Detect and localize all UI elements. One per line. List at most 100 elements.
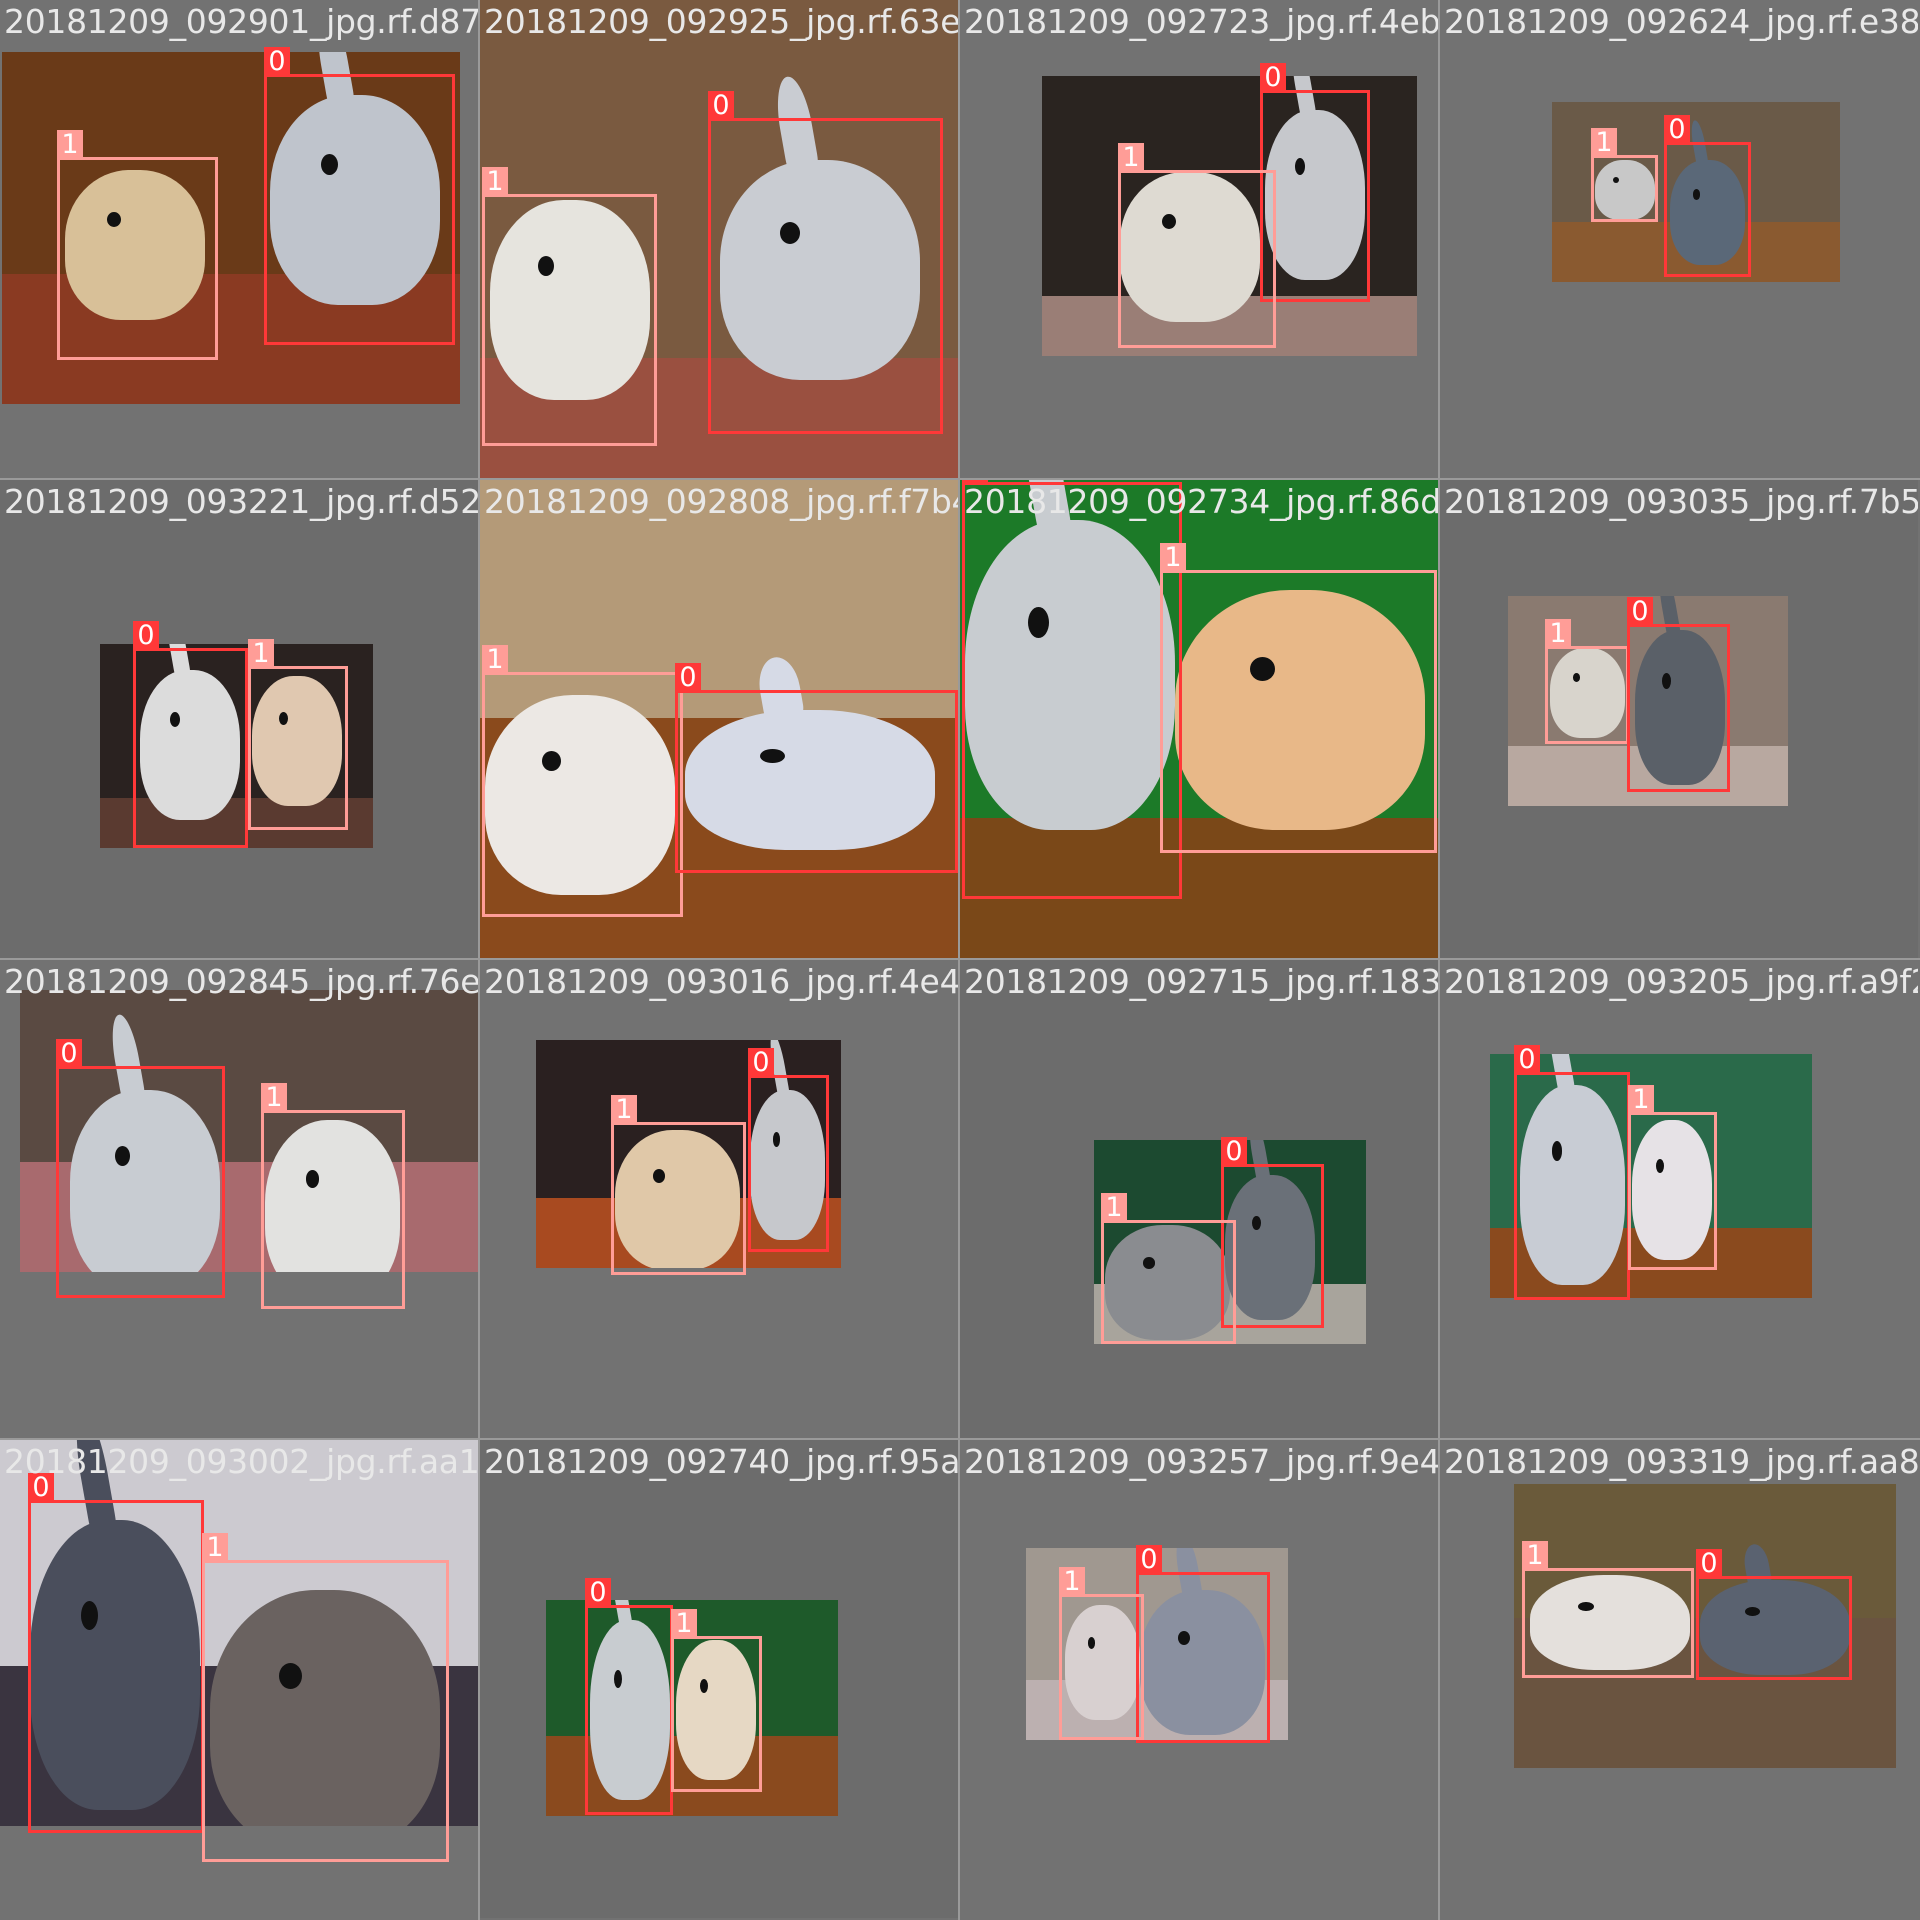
detection-box: 1	[248, 639, 348, 830]
detection-box: 1	[482, 167, 657, 446]
detection-box: 1	[1118, 143, 1276, 348]
detection-box: 0	[28, 1473, 204, 1833]
image-filename: 20181209_092845_jpg.rf.76e0a4d9b1c7a8e3f…	[4, 962, 478, 1001]
mosaic-tile: 0 1 20181209_092740_jpg.rf.95a2b8c4d6e9f1a…	[480, 1440, 958, 1918]
detection-box: 1	[1059, 1567, 1144, 1740]
class-label-tag: 0	[708, 91, 734, 121]
class-label-tag: 0	[1136, 1545, 1162, 1575]
class-label-tag: 1	[1545, 619, 1571, 649]
image-filename: 20181209_092740_jpg.rf.95a2b8c4d6e9f1a3b…	[484, 1442, 958, 1481]
class-label-tag: 1	[1628, 1085, 1654, 1115]
detection-box: 0	[133, 621, 248, 848]
image-filename: 20181209_093002_jpg.rf.aa1b3c6d9e2f5a8b1…	[4, 1442, 478, 1481]
detection-box: 1	[1101, 1193, 1236, 1344]
detection-box: 1	[202, 1533, 449, 1862]
class-label-tag: 1	[1160, 543, 1186, 573]
class-label-tag: 0	[1696, 1549, 1722, 1579]
mosaic-tile: 0 1 20181209_092715_jpg.rf.18304a7b5e9c2d1…	[960, 960, 1438, 1438]
class-label-tag: 0	[133, 621, 159, 651]
detection-box: 1	[671, 1609, 762, 1792]
class-label-tag: 1	[1101, 1193, 1127, 1223]
detection-box: 0	[1260, 63, 1370, 302]
detection-box: 0	[1514, 1045, 1630, 1300]
grid-separator	[478, 0, 480, 1920]
detection-box: 0	[675, 663, 958, 873]
grid-separator	[958, 0, 960, 1920]
grid-separator	[0, 958, 1920, 960]
mosaic-tile: 0 1 20181209_093221_jpg.rf.d52fa6cd8ca4e2b…	[0, 480, 478, 958]
image-filename: 20181209_092808_jpg.rf.f7b4a85e7d7c7c57b…	[484, 482, 958, 521]
image-filename: 20181209_093016_jpg.rf.4e4c3a8fb8c2e1f3a…	[484, 962, 958, 1001]
class-label-tag: 0	[1221, 1137, 1247, 1167]
class-label-tag: 1	[671, 1609, 697, 1639]
image-filename: 20181209_092925_jpg.rf.63e1af3a57a56b2d0…	[484, 2, 958, 41]
class-label-tag: 1	[57, 130, 83, 160]
mosaic-tile: 0 1 20181209_093016_jpg.rf.4e4c3a8fb8c2e1f…	[480, 960, 958, 1438]
image-filename: 20181209_093221_jpg.rf.d52fa6cd8ca4e2b53…	[4, 482, 478, 521]
class-label-tag: 0	[675, 663, 701, 693]
detection-box: 1	[57, 130, 218, 360]
detection-box: 1	[261, 1083, 405, 1309]
class-label-tag: 0	[1664, 115, 1690, 145]
mosaic-tile: 01 20181209_093002_jpg.rf.aa1b3c6d9e2f5a8…	[0, 1440, 478, 1918]
image-filename: 20181209_092624_jpg.rf.e38f3d28a1b0a9e2e…	[1444, 2, 1918, 41]
detection-box: 1	[482, 645, 683, 917]
detection-box: 1	[1160, 543, 1437, 853]
detection-box: 0	[1221, 1137, 1324, 1328]
mosaic-tile: 1 0 20181209_093319_jpg.rf.aa8d3c5e7f9a1b3…	[1440, 1440, 1918, 1918]
class-label-tag: 0	[748, 1048, 774, 1078]
detection-box: 0	[1136, 1545, 1270, 1743]
detection-box: 0	[1696, 1549, 1852, 1680]
mosaic-grid: 1020181209_092901_jpg.rf.d87b0183f0e5c8c…	[0, 0, 1920, 1920]
mosaic-tile: 1 0 20181209_092808_jpg.rf.f7b4a85e7d7c7c5…	[480, 480, 958, 958]
class-label-tag: 0	[585, 1578, 611, 1608]
image-filename: 20181209_092723_jpg.rf.4eb3a6d55e1f3a2fc…	[964, 2, 1438, 41]
mosaic-tile: 1 0 20181209_092901_jpg.rf.d87b0183f0e5c8c…	[0, 0, 478, 478]
image-filename: 20181209_093205_jpg.rf.a9f2e1d8c7b6a5f4e…	[1444, 962, 1918, 1001]
mosaic-tile: 0 1 20181209_092845_jpg.rf.76e0a4d9b1c7a8e…	[0, 960, 478, 1438]
class-label-tag: 0	[56, 1039, 82, 1069]
detection-box: 0	[1664, 115, 1751, 277]
class-label-tag: 1	[611, 1095, 637, 1125]
detection-box: 1	[1522, 1541, 1694, 1678]
class-label-tag: 1	[482, 645, 508, 675]
detection-box: 0	[1627, 597, 1730, 792]
detection-box: 0	[264, 47, 455, 345]
class-label-tag: 1	[1059, 1567, 1085, 1597]
class-label-tag: 1	[482, 167, 508, 197]
mosaic-tile: 0 1 20181209_092723_jpg.rf.4eb3a6d55e1f3a2…	[960, 0, 1438, 478]
image-filename: 20181209_092734_jpg.rf.86d8b1e52b2ed31b4…	[964, 482, 1438, 521]
detection-box: 0	[585, 1578, 673, 1815]
class-label-tag: 1	[1591, 128, 1617, 158]
detection-box: 1	[1628, 1085, 1717, 1270]
detection-box: 1	[1591, 128, 1658, 222]
image-filename: 20181209_093035_jpg.rf.7b5a3b1ea8d6c5e5f…	[1444, 482, 1918, 521]
mosaic-tile: 01 20181209_092734_jpg.rf.86d8b1e52b2ed31…	[960, 480, 1438, 958]
grid-separator	[0, 478, 1920, 480]
class-label-tag: 0	[264, 47, 290, 77]
grid-separator	[0, 1438, 1920, 1440]
detection-box: 0	[56, 1039, 225, 1298]
class-label-tag: 0	[1514, 1045, 1540, 1075]
image-filename: 20181209_092715_jpg.rf.18304a7b5e9c2d1f0…	[964, 962, 1438, 1001]
mosaic-tile: 1 0 20181209_092624_jpg.rf.e38f3d28a1b0a9e…	[1440, 0, 1918, 478]
class-label-tag: 0	[1260, 63, 1286, 93]
class-label-tag: 1	[1522, 1541, 1548, 1571]
detection-box: 1	[611, 1095, 746, 1275]
detection-box: 0	[962, 480, 1182, 899]
mosaic-tile: 1 0 20181209_093035_jpg.rf.7b5a3b1ea8d6c5e…	[1440, 480, 1918, 958]
mosaic-tile: 1 0 20181209_092925_jpg.rf.63e1af3a57a56b2…	[480, 0, 958, 478]
class-label-tag: 1	[1118, 143, 1144, 173]
detection-box: 0	[748, 1048, 829, 1252]
class-label-tag: 1	[261, 1083, 287, 1113]
image-filename: 20181209_093319_jpg.rf.aa8d3c5e7f9a1b3c5…	[1444, 1442, 1918, 1481]
mosaic-tile: 0 1 20181209_093257_jpg.rf.9e4d7a1b3c5e8f0…	[960, 1440, 1438, 1918]
mosaic-tile: 0 1 20181209_093205_jpg.rf.a9f2e1d8c7b6a5f…	[1440, 960, 1918, 1438]
detection-box: 1	[1545, 619, 1629, 744]
class-label-tag: 0	[1627, 597, 1653, 627]
detection-box: 0	[708, 91, 943, 434]
image-filename: 20181209_093257_jpg.rf.9e4d7a1b3c5e8f0a2…	[964, 1442, 1438, 1481]
class-label-tag: 1	[202, 1533, 228, 1563]
grid-separator	[1438, 0, 1440, 1920]
image-filename: 20181209_092901_jpg.rf.d87b0183f0e5c8c0c…	[4, 2, 478, 41]
